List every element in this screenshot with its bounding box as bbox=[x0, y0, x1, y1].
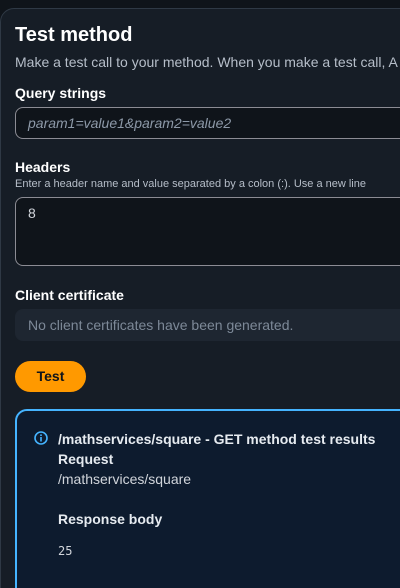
headers-textarea[interactable]: 8 bbox=[15, 197, 400, 266]
test-button[interactable]: Test bbox=[15, 361, 86, 392]
page: Test method Make a test call to your met… bbox=[0, 0, 400, 588]
response-body-label: Response body bbox=[58, 511, 163, 527]
client-certificate-label: Client certificate bbox=[15, 287, 124, 303]
query-strings-input[interactable]: param1=value1&param2=value2 bbox=[15, 107, 400, 139]
page-title: Test method bbox=[15, 24, 133, 46]
query-strings-label: Query strings bbox=[15, 85, 107, 101]
results-title: /mathservices/square - GET method test r… bbox=[58, 431, 376, 447]
client-certificate-select[interactable]: No client certificates have been generat… bbox=[15, 309, 400, 341]
page-description: Make a test call to your method. When yo… bbox=[15, 54, 398, 70]
response-body-value: 25 bbox=[58, 544, 73, 558]
headers-label: Headers bbox=[15, 159, 71, 175]
request-label: Request bbox=[58, 451, 114, 467]
info-icon bbox=[34, 431, 48, 445]
request-path: /mathservices/square bbox=[58, 471, 192, 487]
test-results-panel: /mathservices/square - GET method test r… bbox=[15, 409, 400, 588]
headers-hint: Enter a header name and value separated … bbox=[15, 178, 366, 190]
